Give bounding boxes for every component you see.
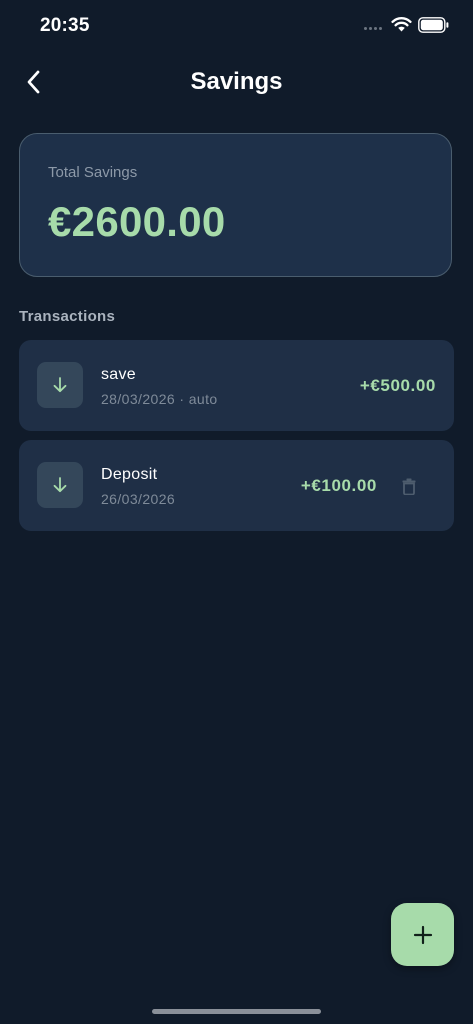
transaction-item[interactable]: Deposit 26/03/2026 +€100.00	[19, 440, 454, 531]
status-bar: 20:35	[0, 0, 473, 52]
transaction-type-badge	[37, 462, 83, 508]
page-title: Savings	[190, 68, 283, 95]
transaction-date: 26/03/2026	[101, 491, 176, 507]
wifi-icon	[391, 17, 412, 32]
transaction-title: Deposit	[101, 466, 158, 483]
transaction-amount: +€100.00	[300, 476, 377, 495]
home-indicator[interactable]	[152, 1009, 321, 1014]
arrow-down-icon	[53, 377, 67, 393]
transaction-date: 28/03/2026 · auto	[101, 391, 218, 407]
transaction-title: save	[101, 366, 136, 383]
transaction-type-badge	[37, 362, 83, 408]
total-savings-card: Total Savings €2600.00	[19, 133, 452, 277]
navigation-bar: Savings	[0, 58, 473, 108]
transaction-item[interactable]: save 28/03/2026 · auto +€500.00	[19, 340, 454, 431]
plus-icon	[413, 925, 432, 944]
arrow-down-icon	[53, 477, 67, 493]
status-time: 20:35	[40, 15, 90, 36]
trash-icon	[402, 478, 416, 495]
delete-transaction-button[interactable]	[396, 473, 422, 499]
battery-icon	[418, 17, 449, 33]
total-savings-amount: €2600.00	[48, 198, 226, 245]
transactions-heading: Transactions	[19, 308, 116, 325]
total-savings-label: Total Savings	[48, 164, 138, 181]
transaction-amount: +€500.00	[359, 376, 436, 395]
add-transaction-button[interactable]	[391, 903, 454, 966]
cellular-signal-icon	[364, 27, 382, 30]
